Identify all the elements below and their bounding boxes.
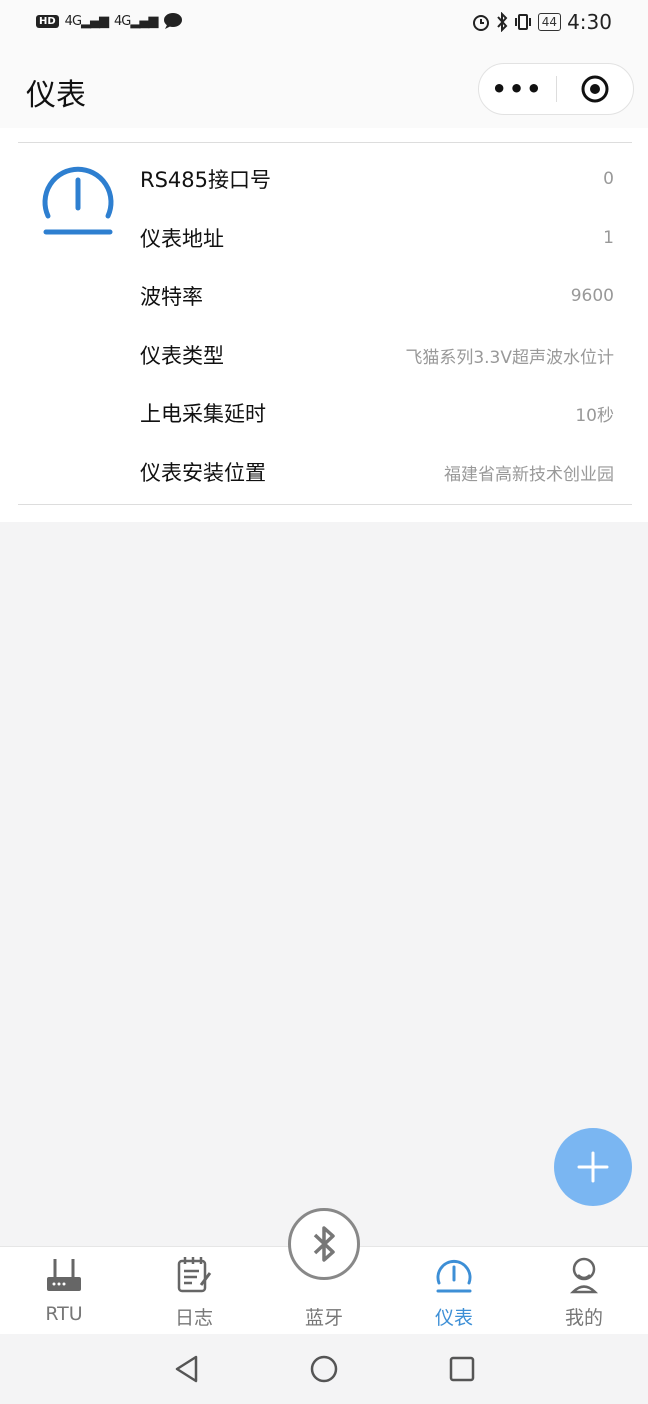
status-right: 44 4:30 [472,10,612,34]
bluetooth-status-icon [497,12,508,32]
app-header: 仪表 ••• [0,50,648,128]
router-icon [47,1259,81,1291]
home-icon[interactable] [309,1354,339,1384]
tab-label: 蓝牙 [304,1307,343,1329]
log-icon [177,1257,212,1293]
add-meter-button[interactable] [554,1128,632,1206]
tab-profile[interactable]: 我的 [534,1247,634,1335]
tab-label: 仪表 [434,1307,473,1329]
profile-icon [569,1257,599,1294]
message-icon [164,13,183,29]
tab-meter[interactable]: 仪表 [404,1247,504,1335]
row-value: 福建省高新技术创业园 [444,464,614,485]
close-button[interactable] [557,64,633,114]
meter-icon [42,166,114,235]
tab-log[interactable]: 日志 [144,1247,244,1335]
tab-label: 我的 [564,1307,603,1329]
signal-2-icon: 4G▂▄▆ [114,13,158,29]
row-value: 1 [603,228,614,248]
sim1-label: 4G [64,13,82,29]
battery-icon: 44 [537,13,562,31]
alarm-icon [472,15,489,31]
row-baud-rate: 波特率 9600 [140,276,614,316]
hd-badge: HD [36,14,59,28]
sim2-label: 4G [114,13,131,29]
meter-card[interactable]: RS485接口号 0 仪表地址 1 波特率 9600 仪表类型 飞猫系列3.3V… [0,128,648,522]
row-label: 仪表地址 [140,227,224,251]
row-power-delay: 上电采集延时 10秒 [140,393,614,433]
tab-label: RTU [45,1303,83,1325]
card-bottom-divider [18,504,632,505]
row-meter-type: 仪表类型 飞猫系列3.3V超声波水位计 [140,335,614,375]
target-close-icon [581,75,609,103]
row-label: 上电采集延时 [140,402,266,426]
row-address: 仪表地址 1 [140,218,614,258]
row-value: 10秒 [575,405,614,426]
more-button[interactable]: ••• [479,64,556,114]
row-install-location: 仪表安装位置 福建省高新技术创业园 [140,452,614,492]
row-value: 飞猫系列3.3V超声波水位计 [405,347,614,368]
plus-icon [577,1151,609,1183]
row-value: 9600 [570,286,614,306]
mini-program-capsule: ••• [478,63,634,115]
page-title: 仪表 [26,78,86,113]
status-time: 4:30 [567,10,612,34]
bluetooth-icon [313,1226,335,1262]
tab-label: 日志 [174,1307,213,1329]
system-nav-bar [0,1334,648,1404]
bluetooth-button[interactable] [288,1208,360,1280]
row-label: 波特率 [140,285,203,309]
tab-rtu[interactable]: RTU [14,1247,114,1335]
vibrate-icon [514,14,531,30]
status-bar: HD 4G▂▄▆ 4G▂▄▆ 44 4:30 [0,0,648,50]
row-label: 仪表类型 [140,344,224,368]
card-top-divider [18,142,632,143]
status-left: HD 4G▂▄▆ 4G▂▄▆ [36,12,183,30]
row-label: 仪表安装位置 [140,461,266,485]
recents-icon[interactable] [447,1354,477,1384]
row-rs485: RS485接口号 0 [140,159,614,199]
signal-1-icon: 4G▂▄▆ [64,13,109,29]
back-icon[interactable] [172,1354,202,1384]
row-label: RS485接口号 [140,168,272,192]
row-value: 0 [603,169,614,189]
meter-icon [436,1260,472,1293]
